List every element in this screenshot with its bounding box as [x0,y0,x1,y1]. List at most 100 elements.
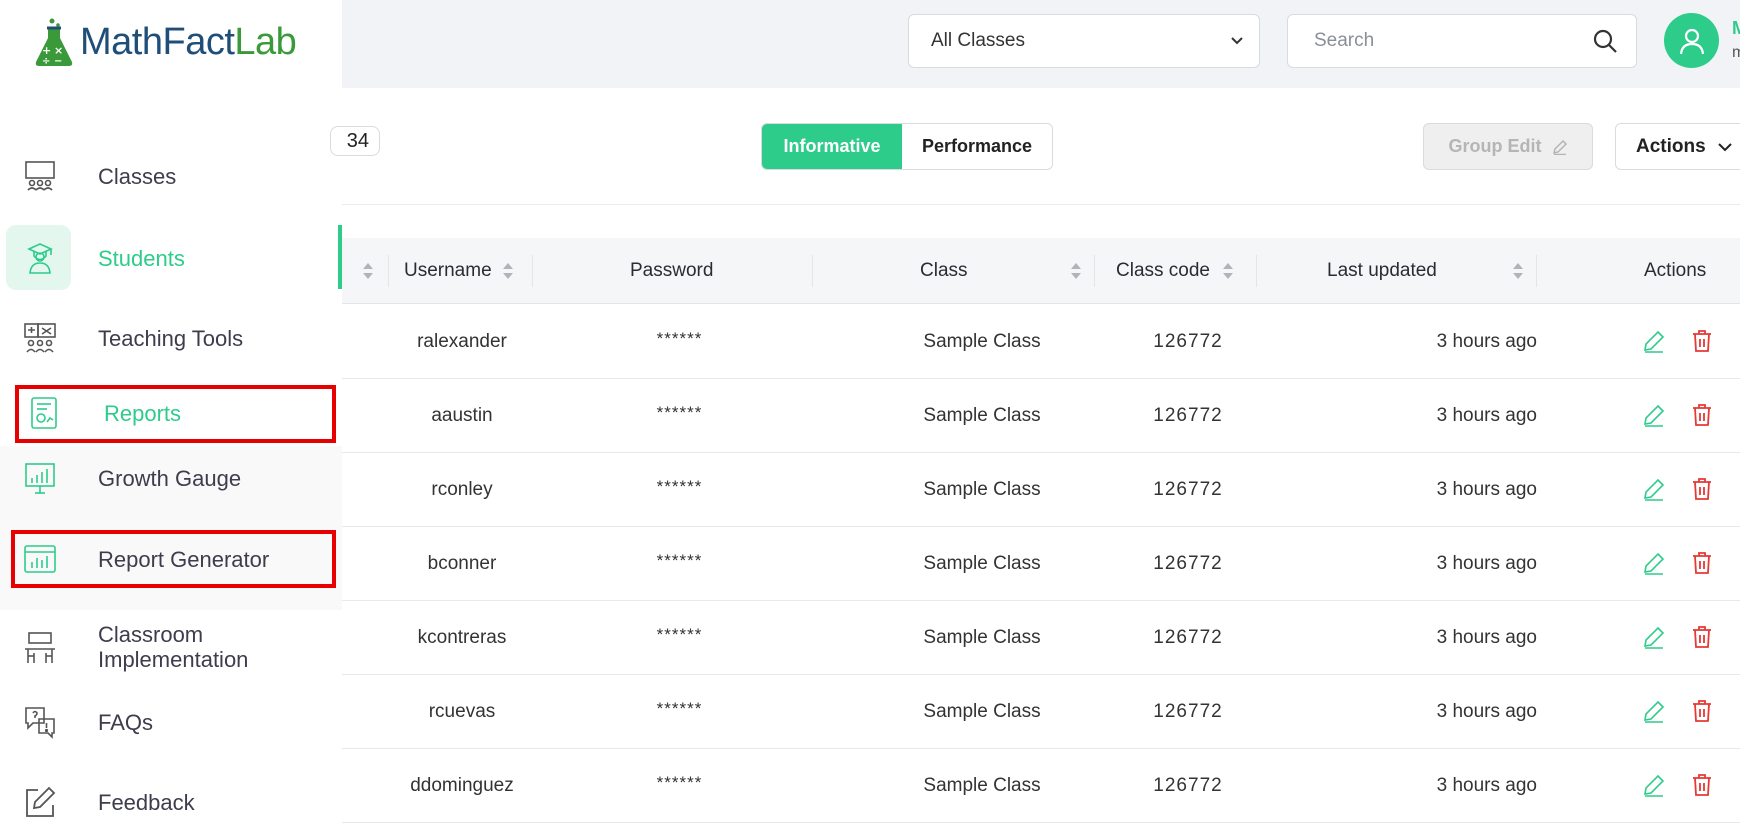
column-separator [532,255,533,287]
sidebar-item-faqs[interactable]: FAQs [0,704,342,740]
table-row: ddominguez ****** Sample Class 126772 3 hour… [342,749,1740,823]
cell-username: rcuevas [428,701,496,722]
search-input[interactable] [1314,30,1574,52]
sort-icon[interactable] [1070,262,1082,280]
sidebar-item-teaching-tools[interactable]: Teaching Tools [0,320,342,356]
cell-class: Sample Class [923,479,1041,500]
cell-class-code: 126772 [1153,331,1223,352]
sidebar-item-label: Report Generator [98,547,270,572]
trash-icon[interactable] [1690,329,1714,353]
cell-last-updated: 3 hours ago [1436,553,1537,574]
sidebar: + × ÷ − MathFactLab Classes Students Tea… [0,0,342,832]
table-row: bconner ****** Sample Class 126772 3 hours a… [342,527,1740,601]
cell-password: ****** [656,403,703,422]
tab-performance[interactable]: Performance [902,124,1052,169]
edit-icon[interactable] [1642,477,1666,501]
cell-username: rconley [431,479,493,500]
avatar[interactable] [1664,13,1719,68]
cell-password: ****** [656,329,703,348]
edit-icon[interactable] [1642,625,1666,649]
trash-icon[interactable] [1690,699,1714,723]
view-toggle: Informative Performance [761,123,1053,170]
column-header-username[interactable]: Username [404,238,514,304]
trash-icon[interactable] [1690,625,1714,649]
logo[interactable]: + × ÷ − MathFactLab [32,14,297,70]
trash-icon[interactable] [1690,403,1714,427]
sidebar-item-students[interactable]: Students [0,240,342,276]
column-header-class[interactable]: Class [920,238,968,304]
actions-dropdown-button[interactable]: Actions [1615,123,1740,170]
teaching-tools-icon [22,320,58,356]
cell-last-updated: 3 hours ago [1436,479,1537,500]
sidebar-item-classroom-implementation[interactable]: Classroom Implementation [0,622,342,672]
sidebar-item-growth-gauge[interactable]: Growth Gauge [0,460,342,496]
growth-chart-icon [22,460,58,496]
sidebar-item-label: Students [98,246,185,271]
sidebar-item-reports[interactable]: Reports [0,395,342,431]
sidebar-item-report-generator[interactable]: Report Generator [0,541,342,577]
cell-username: aaustin [431,405,493,426]
class-select[interactable]: All Classes [908,14,1260,68]
edit-icon[interactable] [1642,403,1666,427]
sidebar-item-label: Feedback [98,790,195,815]
cell-class-code: 126772 [1153,701,1223,722]
brand-name-part1: MathFact [80,20,235,63]
cell-class-code: 126772 [1153,479,1223,500]
column-header-last-updated[interactable]: Last updated [1327,238,1437,304]
edit-icon[interactable] [1642,329,1666,353]
actions-label: Actions [1636,135,1706,157]
flask-logo-icon: + × ÷ − [35,18,73,67]
user-name: M [1732,18,1740,38]
column-separator [1536,255,1537,287]
column-separator [1256,255,1257,287]
group-edit-label: Group Edit [1448,136,1542,156]
chevron-down-icon [1231,37,1243,45]
column-header-label: Class code [1116,260,1210,281]
brand-name: MathFactLab [80,20,297,64]
faq-bubble-icon [22,704,58,740]
sidebar-item-classes[interactable]: Classes [0,158,342,194]
sidebar-item-feedback[interactable]: Feedback [0,784,342,820]
edit-icon[interactable] [1642,699,1666,723]
svg-text:−: − [54,56,62,67]
cell-class-code: 126772 [1153,405,1223,426]
cell-password: ****** [656,773,703,792]
cell-password: ****** [656,699,703,718]
classroom-icon [22,158,58,194]
edit-icon[interactable] [1642,551,1666,575]
sort-icon[interactable] [1512,262,1524,280]
edit-icon[interactable] [1642,773,1666,797]
trash-icon[interactable] [1690,773,1714,797]
tab-informative[interactable]: Informative [762,124,902,169]
sort-icon[interactable] [502,262,514,280]
sidebar-item-label: FAQs [98,710,154,735]
search-box[interactable] [1287,14,1637,68]
group-edit-button[interactable]: Group Edit [1423,123,1593,170]
column-separator [812,255,813,287]
brand-name-part2: Lab [234,20,297,63]
sidebar-item-label: Classes [98,164,177,189]
column-header-class-code[interactable]: Class code [1116,238,1234,304]
cell-class: Sample Class [923,775,1041,796]
cell-username: ralexander [417,331,507,352]
edit-feedback-icon [22,784,58,820]
cell-class: Sample Class [923,701,1041,722]
student-count-badge: 34 [330,126,380,156]
search-icon[interactable] [1592,28,1618,54]
column-header-label: Class [920,260,968,281]
sidebar-item-label: Classroom Implementation [98,622,249,672]
column-header-label: Username [404,260,492,281]
sidebar-item-label: Reports [104,401,182,426]
sort-icon[interactable] [1222,262,1234,280]
cell-password: ****** [656,625,703,644]
trash-icon[interactable] [1690,551,1714,575]
cell-class-code: 126772 [1153,627,1223,648]
sort-icon[interactable] [362,262,374,280]
trash-icon[interactable] [1690,477,1714,501]
column-header-label: Last updated [1327,260,1437,281]
cell-class: Sample Class [923,331,1041,352]
table-row: rcuevas ****** Sample Class 126772 3 hours a… [342,675,1740,749]
cell-class: Sample Class [923,627,1041,648]
cell-username: bconner [427,553,497,574]
column-header-password: Password [630,238,713,304]
